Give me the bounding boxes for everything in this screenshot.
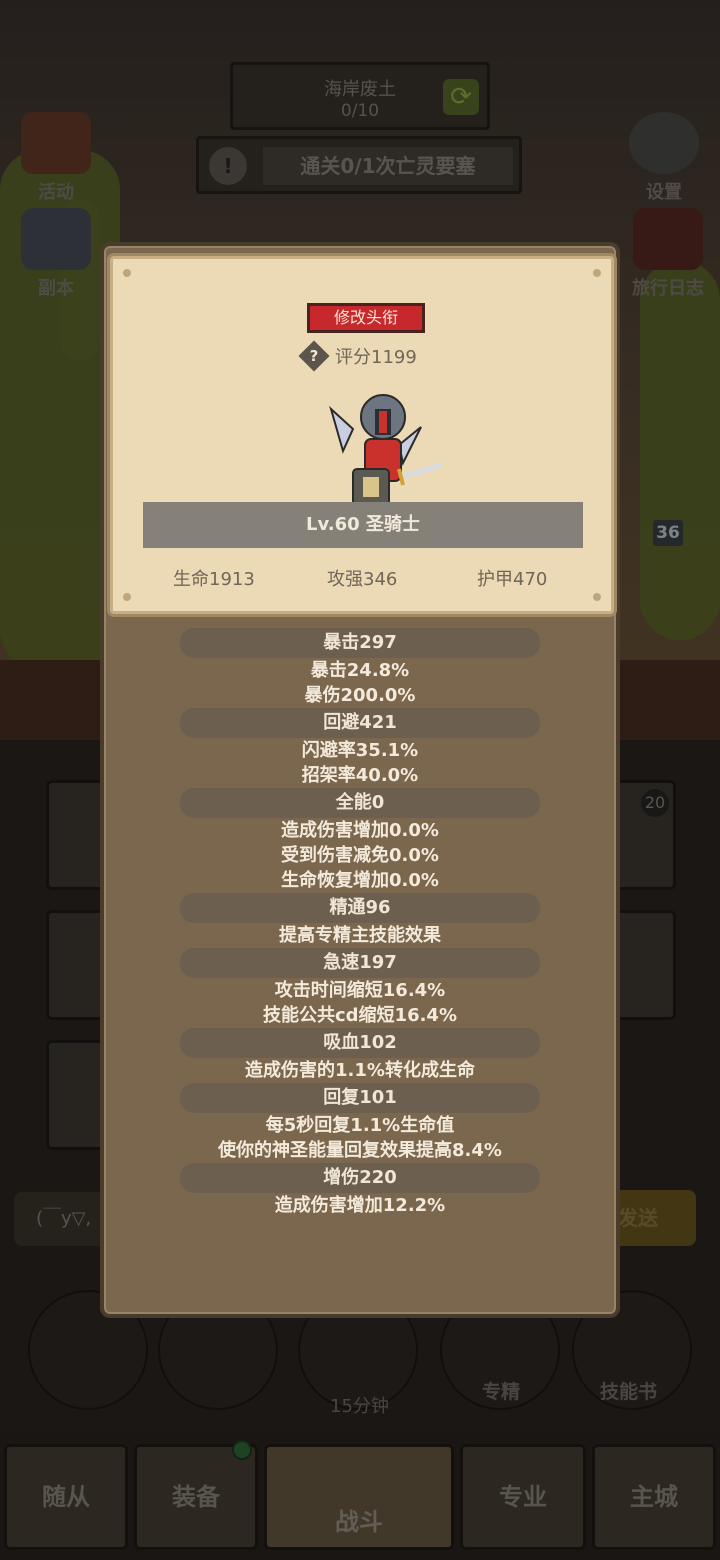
stat-group-header: 吸血102 xyxy=(180,1028,540,1058)
rivet xyxy=(593,269,601,277)
stat-detail-line: 技能公共cd缩短16.4% xyxy=(262,1005,457,1026)
character-stats-popup: 修改头衔 ? 评分1199 Lv.60 圣骑士 生命1913 攻强346 护甲4… xyxy=(100,242,620,1318)
stat-armor: 护甲470 xyxy=(477,569,548,590)
profile-card: 修改头衔 ? 评分1199 Lv.60 圣骑士 生命1913 攻强346 护甲4… xyxy=(110,256,614,614)
stat-detail-line: 暴伤200.0% xyxy=(304,685,416,706)
stat-detail-line: 受到伤害减免0.0% xyxy=(281,845,439,866)
edit-title-button[interactable]: 修改头衔 xyxy=(307,303,425,333)
help-icon[interactable]: ? xyxy=(298,340,330,372)
stat-detail-line: 使你的神圣能量回复效果提高8.4% xyxy=(218,1140,502,1161)
stat-group-header: 暴击297 xyxy=(180,628,540,658)
score-text: 评分1199 xyxy=(335,347,417,368)
stat-detail-line: 闪避率35.1% xyxy=(301,740,419,761)
stat-group-header: 回避421 xyxy=(180,708,540,738)
rivet xyxy=(593,593,601,601)
stat-group-header: 回复101 xyxy=(180,1083,540,1113)
rivet xyxy=(123,593,131,601)
help-icon-glyph: ? xyxy=(309,347,319,365)
stat-detail-line: 生命恢复增加0.0% xyxy=(281,870,439,891)
stat-detail-line: 造成伤害增加0.0% xyxy=(281,820,439,841)
class-name-bar: Lv.60 圣骑士 xyxy=(143,502,583,548)
stat-group-header: 急速197 xyxy=(180,948,540,978)
stat-detail-line: 每5秒回复1.1%生命值 xyxy=(265,1115,455,1136)
stat-attack: 攻强346 xyxy=(327,569,398,590)
stat-detail-line: 造成伤害的1.1%转化成生命 xyxy=(245,1060,475,1081)
paladin-avatar xyxy=(329,394,442,506)
stat-detail-line: 提高专精主技能效果 xyxy=(279,925,441,946)
stat-group-header: 增伤220 xyxy=(180,1163,540,1193)
stat-detail-line: 暴击24.8% xyxy=(310,660,410,681)
stat-detail-line: 攻击时间缩短16.4% xyxy=(274,980,446,1001)
detailed-stats-list: 暴击297 暴击24.8% 暴伤200.0% 回避421 闪避率35.1% 招架率40.0… xyxy=(104,628,616,1218)
rivet xyxy=(123,269,131,277)
stat-detail-line: 招架率40.0% xyxy=(301,765,419,786)
stat-group-header: 精通96 xyxy=(180,893,540,923)
stat-group-header: 全能0 xyxy=(180,788,540,818)
stat-detail-line: 造成伤害增加12.2% xyxy=(274,1195,446,1216)
stat-hp: 生命1913 xyxy=(173,569,255,590)
score-row: ? 评分1199 xyxy=(298,340,417,372)
